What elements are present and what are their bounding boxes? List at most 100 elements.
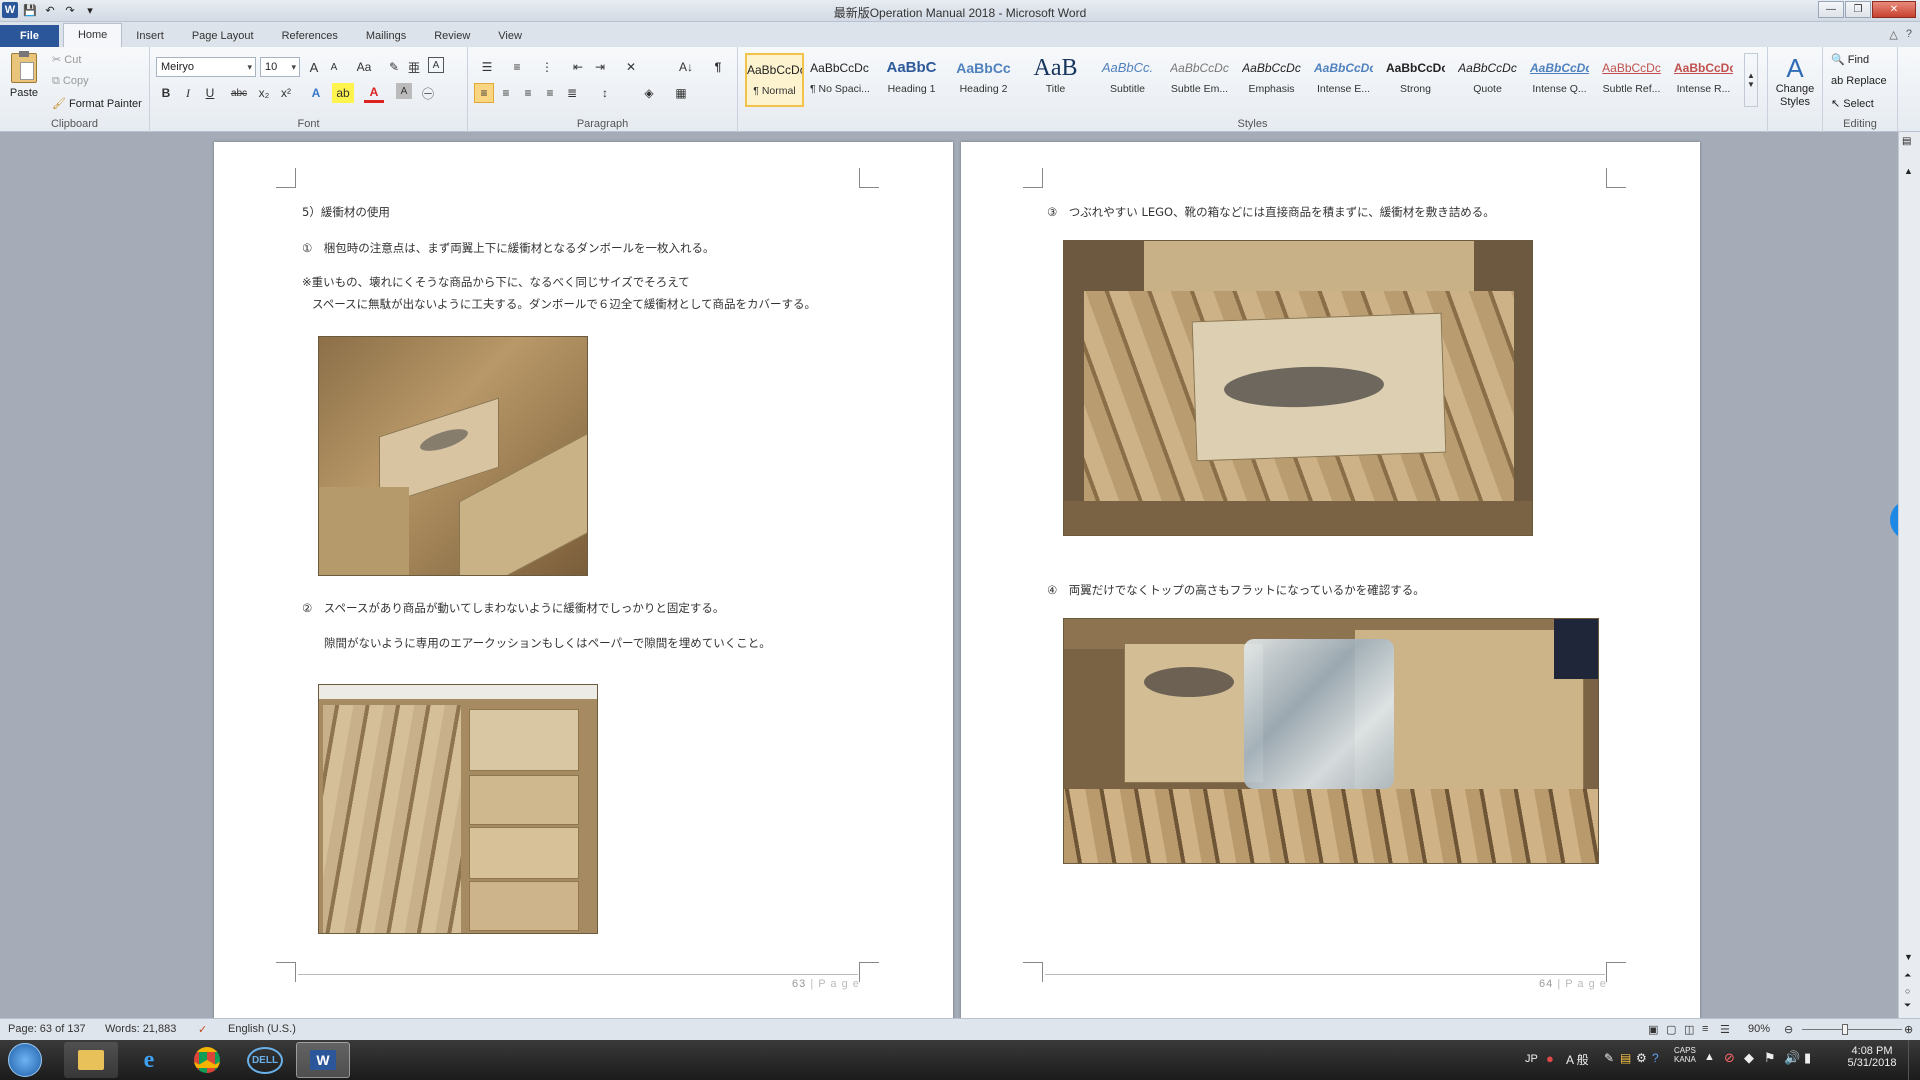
dropbox-badge-icon[interactable]: ◆ (1890, 500, 1898, 540)
bullets-icon[interactable]: ☰ (474, 57, 500, 77)
zoom-out-icon[interactable]: ⊖ (1784, 1023, 1793, 1036)
tab-references[interactable]: References (268, 25, 352, 47)
superscript-button[interactable]: x² (276, 83, 296, 103)
shading-icon[interactable]: ◈ (636, 83, 662, 103)
distributed-icon[interactable]: ≣ (562, 83, 582, 103)
tab-mailings[interactable]: Mailings (352, 25, 420, 47)
ime-indicator[interactable]: JP (1525, 1053, 1538, 1065)
show-marks-button[interactable]: ¶ (708, 57, 728, 77)
ime-tools-icon[interactable]: ✎ (1604, 1051, 1614, 1065)
decrease-indent-icon[interactable]: ⇤ (568, 57, 588, 77)
minimize-ribbon-icon[interactable]: △ (1889, 28, 1897, 41)
show-desktop-button[interactable] (1908, 1040, 1920, 1080)
internet-explorer-icon[interactable]: e (122, 1042, 176, 1078)
style-intense-quote[interactable]: AaBbCcDc Intense Q... (1530, 53, 1589, 107)
tab-insert[interactable]: Insert (122, 25, 178, 47)
paste-button[interactable]: Paste (6, 51, 42, 109)
underline-button[interactable]: U (200, 83, 220, 103)
replace-button[interactable]: ab Replace (1831, 75, 1887, 87)
style-quote[interactable]: AaBbCcDc Quote (1458, 53, 1517, 107)
character-shading-icon[interactable]: A (396, 83, 412, 99)
format-painter-button[interactable]: 🖌 Format Painter (52, 97, 142, 110)
word-count-status[interactable]: Words: 21,883 (105, 1023, 176, 1035)
speaker-icon[interactable]: 🔊 (1784, 1050, 1800, 1066)
asian-layout-icon[interactable]: ✕ (618, 57, 644, 77)
close-button[interactable]: ✕ (1872, 1, 1916, 18)
increase-indent-icon[interactable]: ⇥ (590, 57, 610, 77)
restore-button[interactable]: ❐ (1845, 1, 1871, 18)
zoom-level[interactable]: 90% (1748, 1023, 1770, 1035)
chrome-icon[interactable] (180, 1042, 234, 1078)
view-web-layout-icon[interactable]: ◫ (1684, 1023, 1694, 1036)
line-spacing-icon[interactable]: ↕ (592, 83, 618, 103)
tab-page-layout[interactable]: Page Layout (178, 25, 268, 47)
subscript-button[interactable]: x₂ (254, 83, 274, 103)
align-center-icon[interactable]: ≡ (496, 83, 516, 103)
find-button[interactable]: 🔍 Find (1831, 53, 1869, 66)
strikethrough-button[interactable]: abc (226, 83, 252, 103)
style-title[interactable]: AaB Title (1026, 53, 1085, 107)
style-subtle-emphasis[interactable]: AaBbCcDc Subtle Em... (1170, 53, 1229, 107)
tab-file[interactable]: File (0, 25, 59, 47)
flag-icon[interactable]: ⚑ (1764, 1050, 1776, 1066)
start-button-icon[interactable] (8, 1043, 42, 1077)
character-border-icon[interactable]: A (428, 57, 444, 73)
numbering-icon[interactable]: ≡ (504, 57, 530, 77)
multilevel-list-icon[interactable]: ⋮ (534, 57, 560, 77)
ime-options-icon[interactable]: ⚙ (1636, 1051, 1647, 1065)
tab-view[interactable]: View (484, 25, 536, 47)
cut-button[interactable]: ✂ Cut (52, 53, 81, 66)
view-print-layout-icon[interactable]: ▣ (1648, 1023, 1658, 1036)
ime-help-icon[interactable]: ? (1652, 1051, 1659, 1065)
enclose-characters-icon[interactable]: ㊀ (418, 83, 438, 103)
network-icon[interactable]: ▮ (1804, 1050, 1811, 1066)
ime-dictionary-icon[interactable]: ▤ (1620, 1051, 1631, 1065)
align-right-icon[interactable]: ≡ (518, 83, 538, 103)
highlight-button[interactable]: ab (332, 83, 354, 103)
zoom-slider-thumb[interactable] (1842, 1024, 1848, 1035)
shrink-font-button[interactable]: A (324, 57, 344, 77)
justify-icon[interactable]: ≡ (540, 83, 560, 103)
scroll-down-icon[interactable]: ▼ (1904, 952, 1913, 962)
browse-object-icon[interactable]: ○ (1905, 986, 1910, 996)
zoom-in-icon[interactable]: ⊕ (1904, 1023, 1913, 1036)
style-subtle-reference[interactable]: AaBbCcDc Subtle Ref... (1602, 53, 1661, 107)
tab-home[interactable]: Home (62, 23, 123, 47)
bold-button[interactable]: B (156, 83, 176, 103)
grow-font-button[interactable]: A (304, 57, 324, 77)
language-status[interactable]: English (U.S.) (228, 1023, 296, 1035)
italic-button[interactable]: I (178, 83, 198, 103)
vertical-scrollbar[interactable]: ▤ ▲ ▼ ⏶ ○ ⏷ (1898, 132, 1920, 1018)
borders-icon[interactable]: ▦ (668, 83, 694, 103)
select-button[interactable]: ↖ Select (1831, 97, 1874, 110)
font-size-combo[interactable]: 10 (260, 57, 300, 77)
view-outline-icon[interactable]: ≡ (1702, 1023, 1708, 1035)
view-full-screen-icon[interactable]: ▢ (1666, 1023, 1676, 1036)
sort-button[interactable]: A↓ (674, 57, 698, 77)
tray-expand-icon[interactable]: ▲ (1704, 1051, 1715, 1063)
tab-review[interactable]: Review (420, 25, 484, 47)
style-intense-emphasis[interactable]: AaBbCcDc Intense E... (1314, 53, 1373, 107)
clock[interactable]: 4:08 PM 5/31/2018 (1842, 1045, 1902, 1069)
proofing-icon[interactable]: ✓ (198, 1023, 207, 1036)
clear-formatting-icon[interactable]: ✎ (384, 57, 404, 77)
style-intense-reference[interactable]: AaBbCcDc Intense R... (1674, 53, 1733, 107)
page-count-status[interactable]: Page: 63 of 137 (8, 1023, 86, 1035)
scroll-up-icon[interactable]: ▲ (1904, 166, 1913, 176)
ime-pad-icon[interactable]: ● (1546, 1051, 1554, 1066)
style-heading-1[interactable]: AaBbC Heading 1 (882, 53, 941, 107)
ime-mode[interactable]: A 般 (1566, 1051, 1589, 1068)
dropbox-tray-icon[interactable]: ◆ (1744, 1050, 1754, 1066)
font-color-button[interactable]: A (364, 83, 384, 103)
word-taskbar-button[interactable]: W (296, 1042, 350, 1078)
change-case-button[interactable]: Aa (350, 57, 378, 77)
style-strong[interactable]: AaBbCcDc Strong (1386, 53, 1445, 107)
align-left-icon[interactable]: ≡ (474, 83, 494, 103)
phonetic-guide-icon[interactable]: 亜 (404, 57, 424, 77)
dell-icon[interactable]: DELL (238, 1042, 292, 1078)
style-no-spacing[interactable]: AaBbCcDc ¶ No Spaci... (810, 53, 869, 107)
previous-page-icon[interactable]: ⏶ (1904, 970, 1911, 981)
copy-button[interactable]: ⧉ Copy (52, 75, 89, 88)
help-icon[interactable]: ? (1906, 28, 1912, 41)
zoom-slider[interactable] (1802, 1029, 1902, 1030)
